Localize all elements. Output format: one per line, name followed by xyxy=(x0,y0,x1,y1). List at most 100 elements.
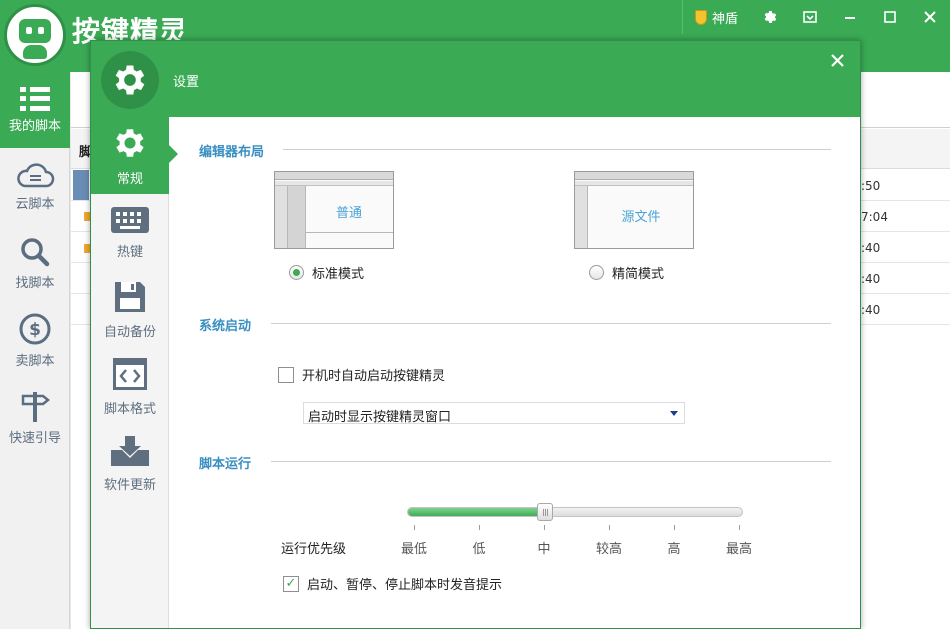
priority-level-label[interactable]: 高 xyxy=(667,538,680,557)
tab-label: 常规 xyxy=(116,172,143,187)
nav-label: 云脚本 xyxy=(15,197,55,212)
row-time: :50 xyxy=(861,179,881,193)
dropdown-menu-icon xyxy=(803,11,817,23)
dialog-header: 设置 xyxy=(91,41,860,117)
close-icon xyxy=(924,11,936,23)
nav-label: 快速引导 xyxy=(8,431,61,446)
preview-normal-label: 普通 xyxy=(335,206,362,221)
shield-icon xyxy=(694,9,707,25)
nav-sell-scripts[interactable]: $ 卖脚本 xyxy=(0,302,70,379)
window-controls: 神盾 xyxy=(681,0,950,34)
priority-tick xyxy=(609,525,610,530)
svg-text:$: $ xyxy=(29,320,41,340)
minimize-icon xyxy=(845,17,855,19)
autostart-checkbox[interactable] xyxy=(278,366,294,383)
close-button[interactable] xyxy=(910,0,950,34)
nav-cloud-scripts[interactable]: 云脚本 xyxy=(0,148,70,225)
minimize-button[interactable] xyxy=(830,0,870,34)
tab-hotkeys[interactable]: 热键 xyxy=(91,194,169,271)
priority-level-label[interactable]: 低 xyxy=(472,538,485,557)
dollar-icon: $ xyxy=(19,313,51,345)
app-logo-icon xyxy=(4,4,66,66)
section-title-script-run: 脚本运行 xyxy=(199,457,252,472)
sound-prompt-label: 启动、暂停、停止脚本时发音提示 xyxy=(307,578,503,593)
preview-source-label: 源文件 xyxy=(621,210,661,225)
tab-software-update[interactable]: 软件更新 xyxy=(91,425,169,502)
row-time: :40 xyxy=(861,272,881,286)
gear-icon xyxy=(116,129,144,157)
nav-label: 我的脚本 xyxy=(8,118,61,134)
radio-standard-mode[interactable]: 标准模式 xyxy=(289,263,364,282)
maximize-button[interactable] xyxy=(870,0,910,34)
sound-prompt-checkbox[interactable]: ✓ xyxy=(283,575,299,592)
radio-standard-label: 标准模式 xyxy=(312,267,365,282)
sound-prompt-option[interactable]: ✓ 启动、暂停、停止脚本时发音提示 xyxy=(283,574,502,593)
selected-row-marker[interactable] xyxy=(73,170,89,200)
radio-simple-mode[interactable]: 精简模式 xyxy=(589,263,664,282)
section-title-editor-layout: 编辑器布局 xyxy=(199,145,265,160)
download-icon xyxy=(111,436,149,466)
section-divider xyxy=(271,461,831,462)
autostart-option[interactable]: 开机时自动启动按键精灵 xyxy=(278,365,445,384)
chevron-down-icon xyxy=(670,411,678,416)
dialog-close-button[interactable] xyxy=(831,51,844,72)
tab-label: 热键 xyxy=(116,245,143,260)
priority-label: 运行优先级 xyxy=(281,542,347,557)
nav-find-scripts[interactable]: 找脚本 xyxy=(0,225,70,302)
priority-level-label[interactable]: 中 xyxy=(537,538,550,557)
section-divider xyxy=(283,149,831,150)
tab-auto-backup[interactable]: 自动备份 xyxy=(91,271,169,348)
keyboard-icon xyxy=(111,207,149,233)
row-time: :40 xyxy=(861,241,881,255)
nav-my-scripts[interactable]: 我的脚本 xyxy=(0,72,70,148)
row-time: 7:04 xyxy=(861,210,888,224)
tab-label: 软件更新 xyxy=(103,478,156,493)
tab-script-format[interactable]: 脚本格式 xyxy=(91,348,169,425)
priority-tick xyxy=(544,525,545,530)
nav-quick-guide[interactable]: 快速引导 xyxy=(0,379,70,456)
signpost-icon xyxy=(21,392,51,422)
layout-preview-source[interactable]: 源文件 xyxy=(574,171,694,249)
nav-label: 找脚本 xyxy=(15,276,55,291)
startup-window-selected: 启动时显示按键精灵窗口 xyxy=(308,410,452,425)
tab-general[interactable]: 常规 xyxy=(91,117,178,194)
priority-level-label[interactable]: 最高 xyxy=(726,538,752,557)
dialog-title: 设置 xyxy=(173,75,200,90)
menu-button[interactable] xyxy=(790,0,830,34)
app-sidebar: 我的脚本 云脚本 找脚本 $ 卖脚本 快速引导 xyxy=(0,72,70,629)
section-divider xyxy=(271,323,831,324)
cloud-icon xyxy=(17,163,55,188)
floppy-icon xyxy=(115,282,145,312)
priority-slider-handle[interactable] xyxy=(537,503,553,521)
close-icon xyxy=(831,54,844,67)
radio-button[interactable] xyxy=(589,265,604,280)
priority-level-label[interactable]: 较高 xyxy=(596,538,622,557)
settings-dialog: 设置 常规 热键 自动备份 脚本格式 软件更新 编辑器布局 普通 源文件 标准模… xyxy=(90,40,861,629)
tab-label: 自动备份 xyxy=(103,325,156,340)
layout-preview-normal[interactable]: 普通 xyxy=(274,171,394,249)
radio-simple-label: 精简模式 xyxy=(612,267,665,282)
settings-nav: 常规 热键 自动备份 脚本格式 软件更新 xyxy=(91,117,178,628)
row-time: :40 xyxy=(861,303,881,317)
gear-icon xyxy=(764,11,777,23)
settings-button[interactable] xyxy=(750,0,790,34)
nav-label: 卖脚本 xyxy=(15,354,55,369)
priority-slider-fill xyxy=(408,508,545,516)
shield-label: 神盾 xyxy=(711,11,738,27)
dialog-gear-icon xyxy=(101,51,159,109)
maximize-icon xyxy=(884,11,896,23)
priority-tick xyxy=(674,525,675,530)
code-icon xyxy=(113,358,147,390)
tab-label: 脚本格式 xyxy=(103,402,156,417)
priority-tick xyxy=(414,525,415,530)
priority-tick xyxy=(739,525,740,530)
priority-tick xyxy=(479,525,480,530)
search-icon xyxy=(21,238,50,267)
priority-slider[interactable] xyxy=(407,503,743,521)
radio-button-checked[interactable] xyxy=(289,265,304,280)
priority-level-label[interactable]: 最低 xyxy=(401,538,427,557)
shield-button[interactable]: 神盾 xyxy=(681,0,750,34)
section-title-system-startup: 系统启动 xyxy=(199,319,252,334)
list-icon xyxy=(20,86,50,111)
startup-window-select[interactable]: 启动时显示按键精灵窗口 xyxy=(303,402,685,425)
